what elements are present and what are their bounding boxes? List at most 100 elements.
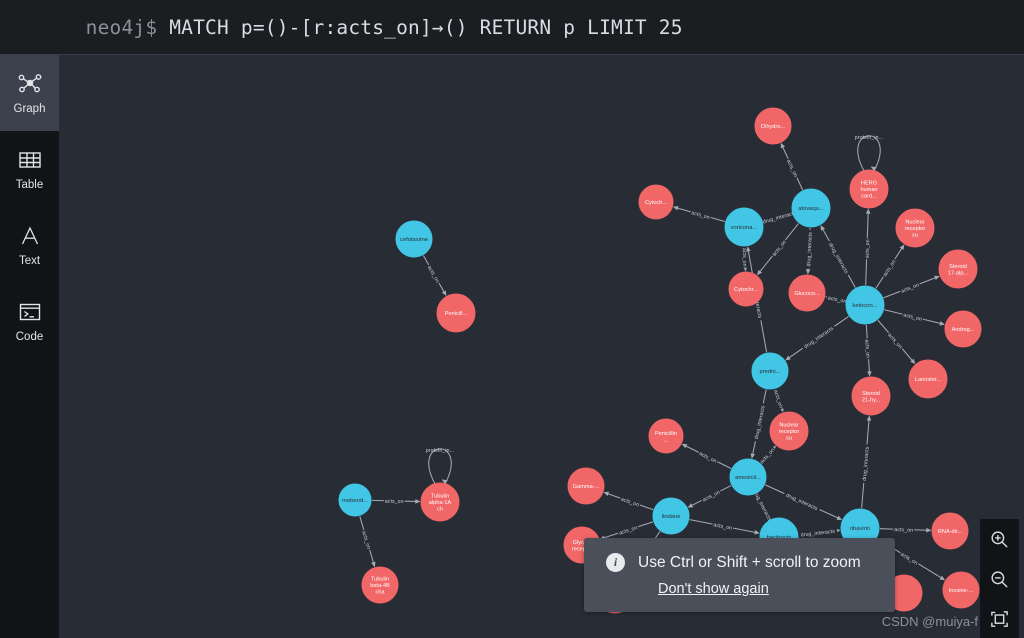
graph-relationship[interactable]: drug_interacts [804, 227, 814, 275]
zoom-controls [980, 519, 1019, 638]
graph-node[interactable]: Tubulinbeta-4Bcha [361, 566, 399, 604]
graph-node[interactable]: cefotaxime [395, 220, 433, 258]
relationship-arrow [754, 530, 760, 535]
graph-relationship[interactable]: drug_interacts [860, 415, 872, 509]
zoom-out-icon[interactable] [987, 566, 1013, 592]
relationship-arrow [865, 208, 871, 214]
graph-relationship[interactable]: drug_interacts [798, 527, 841, 538]
relationship-label-group: acts_on [898, 550, 921, 567]
node-caption: Steroid [949, 264, 967, 270]
query-bar[interactable]: neo4j$ MATCH p=()-[r:acts_on]→() RETURN … [0, 0, 1024, 55]
relationship-label-group: drug_interacts [782, 490, 821, 513]
graph-relationship[interactable]: acts_on [825, 293, 849, 305]
relationship-arrow [785, 355, 791, 361]
graph-node[interactable]: Inosine-... [942, 571, 980, 609]
graph-relationship[interactable]: acts_on [371, 497, 421, 505]
graph-relationship[interactable]: acts_on [687, 485, 732, 508]
node-caption: Cytoch... [645, 200, 668, 206]
graph-node[interactable]: ketocon... [845, 285, 885, 325]
graph-node[interactable]: Lanoster... [908, 359, 948, 399]
graph-node[interactable]: Tubulinalpha-1Ach [420, 482, 460, 522]
graph-node[interactable]: Steroid17-alp... [938, 249, 978, 289]
graph-relationship[interactable]: acts_on [780, 142, 804, 191]
graph-node[interactable]: atovaqu... [791, 188, 831, 228]
graph-node[interactable]: amoxicil... [729, 458, 767, 496]
node-caption: voricona... [731, 225, 758, 231]
graph-relationship[interactable]: acts_on [689, 519, 760, 535]
graph-relationship[interactable]: drug_interacts [765, 484, 843, 520]
relationship-label-group: drug_interacts [800, 323, 837, 352]
graph-canvas[interactable]: acts_on acts_on acts_on protein_in... acts_o… [59, 55, 1024, 638]
node-caption: su [912, 233, 918, 239]
sidebar-item-text[interactable]: Text [0, 207, 59, 283]
graph-node[interactable]: Androg... [944, 310, 982, 348]
relationship-arrow [371, 561, 376, 568]
node-caption: Penicill... [445, 311, 468, 317]
relationship-line [857, 135, 881, 172]
graph-node[interactable]: Dihydro... [754, 107, 792, 145]
graph-relationship[interactable]: acts_on [883, 275, 940, 299]
relationship-arrow [866, 415, 872, 421]
sidebar-item-table[interactable]: Table [0, 131, 59, 207]
graph-node[interactable]: mebend... [338, 483, 372, 517]
graph-relationship[interactable]: acts_on [772, 387, 786, 413]
sidebar-item-label-code: Code [15, 330, 44, 343]
graph-relationship[interactable]: protein_in... [855, 135, 883, 172]
relationship-label: acts_on [899, 552, 918, 567]
graph-relationship[interactable]: acts_on [757, 445, 777, 467]
node-caption: HERG [861, 181, 877, 187]
node-caption: Penicillin [655, 431, 677, 437]
neo4j-browser-result-frame: neo4j$ MATCH p=()-[r:acts_on]→() RETURN … [0, 0, 1024, 638]
graph-node[interactable]: HERGhumancard... [849, 169, 889, 209]
node-caption: beta-4B [370, 583, 390, 589]
node-caption: Tubulin [431, 494, 449, 500]
sidebar-item-graph[interactable]: Graph [0, 55, 59, 131]
graph-node[interactable]: Steroid21-hy... [851, 376, 891, 416]
zoom-in-icon[interactable] [987, 526, 1013, 552]
graph-node[interactable]: RNA-dir... [931, 512, 969, 550]
graph-relationship[interactable]: drug_interacts [750, 389, 768, 459]
graph-relationship[interactable]: acts_on [681, 443, 732, 469]
graph-relationship[interactable]: drug_interacts [820, 225, 856, 288]
fit-to-screen-icon[interactable] [987, 606, 1013, 632]
graph-node[interactable]: lindane [652, 497, 690, 535]
graph-relationship[interactable]: protein_in... [426, 448, 454, 485]
relationship-label-group: acts_on [700, 488, 722, 503]
node-caption: 17-alp... [948, 270, 969, 276]
graph-relationship[interactable]: acts_on [879, 525, 932, 534]
graph-node[interactable]: voricona... [724, 207, 764, 247]
table-icon [17, 147, 43, 173]
graph-relationship[interactable]: acts_on [672, 205, 725, 223]
graph-node[interactable]: Glucoco... [788, 274, 826, 312]
relationship-label-group: acts_on [880, 257, 898, 279]
graph-node[interactable]: predni... [751, 352, 789, 390]
sidebar-item-code[interactable]: Code [0, 283, 59, 359]
graph-relationship[interactable]: acts_on [756, 223, 799, 276]
relationship-arrow [415, 499, 421, 504]
graph-relationship[interactable]: acts_on [863, 324, 872, 377]
graph-node[interactable]: Nuclearreceptorsu [895, 208, 935, 248]
graph-relationship[interactable]: acts_on [875, 244, 905, 289]
graph-relationship[interactable]: acts_on [603, 491, 654, 511]
graph-relationship[interactable]: drug_interacts [785, 315, 849, 361]
graph-relationship[interactable]: acts_on [422, 255, 447, 297]
graph-relationship[interactable]: acts_on [877, 319, 916, 365]
graph-relationship[interactable]: acts_on [884, 309, 946, 326]
relationship-label: acts_on [882, 259, 897, 278]
relationship-label: drug_interacts [785, 493, 819, 513]
relationship-label: acts_on [827, 295, 847, 305]
graph-node[interactable]: Nuclearreceptorsu [769, 411, 809, 451]
relationship-label-group: drug_interacts [804, 229, 814, 269]
node-caption: Inosine-... [949, 588, 974, 594]
graph-node[interactable]: Cytoch... [638, 184, 674, 220]
node-caption: Lanoster... [915, 377, 942, 383]
dont-show-again-link[interactable]: Don't show again [658, 581, 769, 597]
node-caption: Nuclear [779, 423, 798, 429]
graph-node[interactable]: Cytochr... [728, 271, 764, 307]
graph-node[interactable]: Penicill... [436, 293, 476, 333]
graph-node[interactable]: Gamma-... [567, 467, 605, 505]
relationship-label-group: acts_on [826, 293, 849, 305]
graph-relationship[interactable]: acts_on [863, 208, 871, 286]
graph-node[interactable]: Penicillin... [648, 418, 684, 454]
graph-relationship[interactable]: acts_on [359, 516, 376, 568]
